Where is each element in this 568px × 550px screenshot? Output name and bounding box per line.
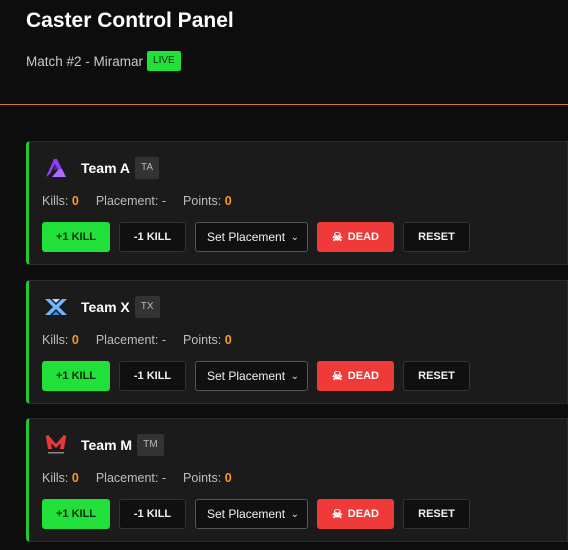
points-stat: Points: 0 <box>183 333 232 347</box>
kills-stat: Kills: 0 <box>42 194 79 208</box>
team-x-logo-icon <box>42 295 70 319</box>
chevron-down-icon: ⌄ <box>290 231 299 243</box>
team-name: Team X <box>81 299 130 315</box>
placement-value: - <box>161 333 167 347</box>
placement-select-value: Set Placement <box>207 369 286 383</box>
points-value: 0 <box>224 333 232 347</box>
dead-label: DEAD <box>347 370 379 382</box>
team-tag: TM <box>137 434 164 456</box>
placement-value: - <box>161 194 167 208</box>
points-stat: Points: 0 <box>183 194 232 208</box>
points-label: Points: <box>183 333 222 347</box>
add-kill-button[interactable]: +1 KILL <box>42 361 110 391</box>
team-card: Team X TX Kills: 0 Placement: - Points: … <box>26 280 568 404</box>
placement-select-value: Set Placement <box>207 230 286 244</box>
points-label: Points: <box>183 471 222 485</box>
dead-button[interactable]: ☠ DEAD <box>317 222 394 252</box>
placement-value: - <box>161 471 167 485</box>
skull-icon: ☠ <box>332 369 343 383</box>
skull-icon: ☠ <box>332 507 343 521</box>
team-actions: +1 KILL -1 KILL Set Placement ⌄ ☠ DEAD R… <box>42 222 470 252</box>
kills-label: Kills: <box>42 333 69 347</box>
team-card: Team M TM Kills: 0 Placement: - Points: … <box>26 418 568 542</box>
team-name: Team A <box>81 160 131 176</box>
team-card: Team A TA Kills: 0 Placement: - Points: … <box>26 141 568 265</box>
dead-label: DEAD <box>347 231 379 243</box>
kills-label: Kills: <box>42 471 69 485</box>
live-status-badge: LIVE <box>147 51 181 71</box>
team-m-logo-icon <box>42 433 70 457</box>
remove-kill-button[interactable]: -1 KILL <box>119 499 186 529</box>
points-value: 0 <box>224 471 232 485</box>
remove-kill-button[interactable]: -1 KILL <box>119 222 186 252</box>
kills-stat: Kills: 0 <box>42 471 79 485</box>
points-label: Points: <box>183 194 222 208</box>
placement-stat: Placement: - <box>96 471 166 485</box>
team-header: Team M TM <box>42 433 164 457</box>
kills-stat: Kills: 0 <box>42 333 79 347</box>
placement-select[interactable]: Set Placement ⌄ <box>195 499 308 529</box>
remove-kill-button[interactable]: -1 KILL <box>119 361 186 391</box>
add-kill-button[interactable]: +1 KILL <box>42 222 110 252</box>
dead-button[interactable]: ☠ DEAD <box>317 361 394 391</box>
chevron-down-icon: ⌄ <box>290 370 299 382</box>
points-value: 0 <box>224 194 232 208</box>
team-stats: Kills: 0 Placement: - Points: 0 <box>42 333 249 347</box>
dead-label: DEAD <box>347 508 379 520</box>
placement-label: Placement: <box>95 333 159 347</box>
kills-label: Kills: <box>42 194 69 208</box>
team-name: Team M <box>81 437 133 453</box>
reset-button[interactable]: RESET <box>403 222 470 252</box>
placement-stat: Placement: - <box>96 333 166 347</box>
placement-label: Placement: <box>95 471 159 485</box>
header-divider <box>0 104 568 105</box>
placement-select[interactable]: Set Placement ⌄ <box>195 361 308 391</box>
placement-stat: Placement: - <box>96 194 166 208</box>
placement-label: Placement: <box>95 194 159 208</box>
team-actions: +1 KILL -1 KILL Set Placement ⌄ ☠ DEAD R… <box>42 361 470 391</box>
points-stat: Points: 0 <box>183 471 232 485</box>
team-header: Team X TX <box>42 295 160 319</box>
reset-button[interactable]: RESET <box>403 361 470 391</box>
team-actions: +1 KILL -1 KILL Set Placement ⌄ ☠ DEAD R… <box>42 499 470 529</box>
add-kill-button[interactable]: +1 KILL <box>42 499 110 529</box>
reset-button[interactable]: RESET <box>403 499 470 529</box>
placement-select[interactable]: Set Placement ⌄ <box>195 222 308 252</box>
kills-value: 0 <box>71 194 79 208</box>
skull-icon: ☠ <box>332 230 343 244</box>
kills-value: 0 <box>71 333 79 347</box>
team-tag: TX <box>134 296 160 318</box>
dead-button[interactable]: ☠ DEAD <box>317 499 394 529</box>
chevron-down-icon: ⌄ <box>290 508 299 520</box>
team-stats: Kills: 0 Placement: - Points: 0 <box>42 194 249 208</box>
page-title: Caster Control Panel <box>26 9 234 32</box>
team-stats: Kills: 0 Placement: - Points: 0 <box>42 471 249 485</box>
team-a-logo-icon <box>42 156 70 180</box>
match-info: Match #2 - Miramar LIVE <box>26 50 181 72</box>
team-header: Team A TA <box>42 156 160 180</box>
placement-select-value: Set Placement <box>207 507 286 521</box>
team-tag: TA <box>135 157 160 179</box>
match-label: Match #2 - Miramar <box>26 53 144 69</box>
kills-value: 0 <box>71 471 79 485</box>
